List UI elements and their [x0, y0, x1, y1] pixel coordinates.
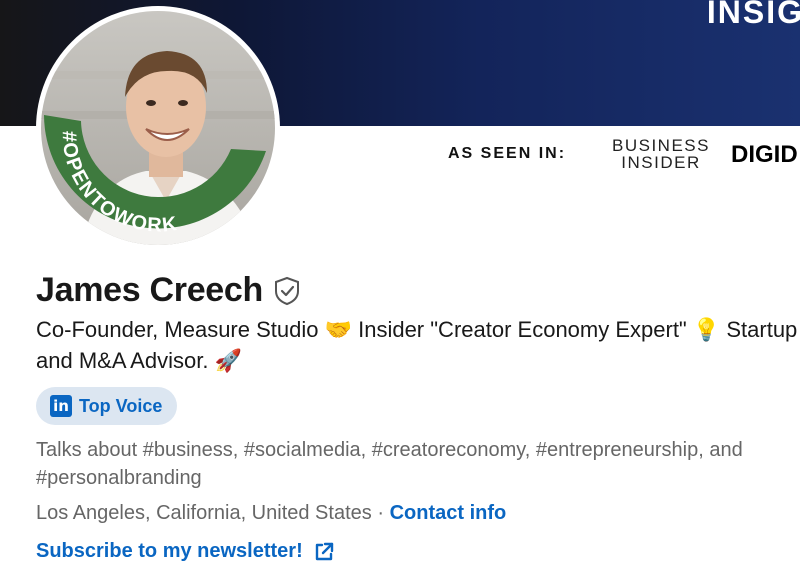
publication-digid: DIGID [731, 141, 798, 168]
profile-photo: #OPENTOWORK [41, 11, 275, 245]
top-voice-badge[interactable]: in Top Voice [36, 387, 177, 425]
publication-business-insider: BUSINESS INSIDER [612, 136, 710, 172]
as-seen-in-label: AS SEEN IN: [448, 145, 567, 162]
top-voice-label: Top Voice [79, 395, 163, 416]
location-text: Los Angeles, California, United States [36, 502, 372, 524]
open-to-work-ring [44, 115, 266, 229]
newsletter-subscribe-link[interactable]: Subscribe to my newsletter! [36, 540, 335, 563]
location-row: Los Angeles, California, United States ·… [36, 502, 506, 525]
profile-avatar[interactable]: #OPENTOWORK [36, 6, 280, 250]
external-link-icon [315, 542, 333, 560]
linkedin-icon: in [50, 395, 72, 417]
talks-about-text: Talks about #business, #socialmedia, #cr… [36, 439, 743, 489]
newsletter-label: Subscribe to my newsletter! [36, 540, 303, 562]
verified-shield-icon[interactable] [273, 276, 301, 306]
banner-headline-text: INSIG [706, 0, 800, 30]
profile-headline: Co-Founder, Measure Studio 🤝 Insider "Cr… [36, 317, 798, 373]
profile-name-row: James Creech [36, 271, 301, 310]
location-separator: · [377, 502, 384, 524]
profile-name: James Creech [36, 271, 263, 309]
contact-info-link[interactable]: Contact info [390, 502, 507, 524]
